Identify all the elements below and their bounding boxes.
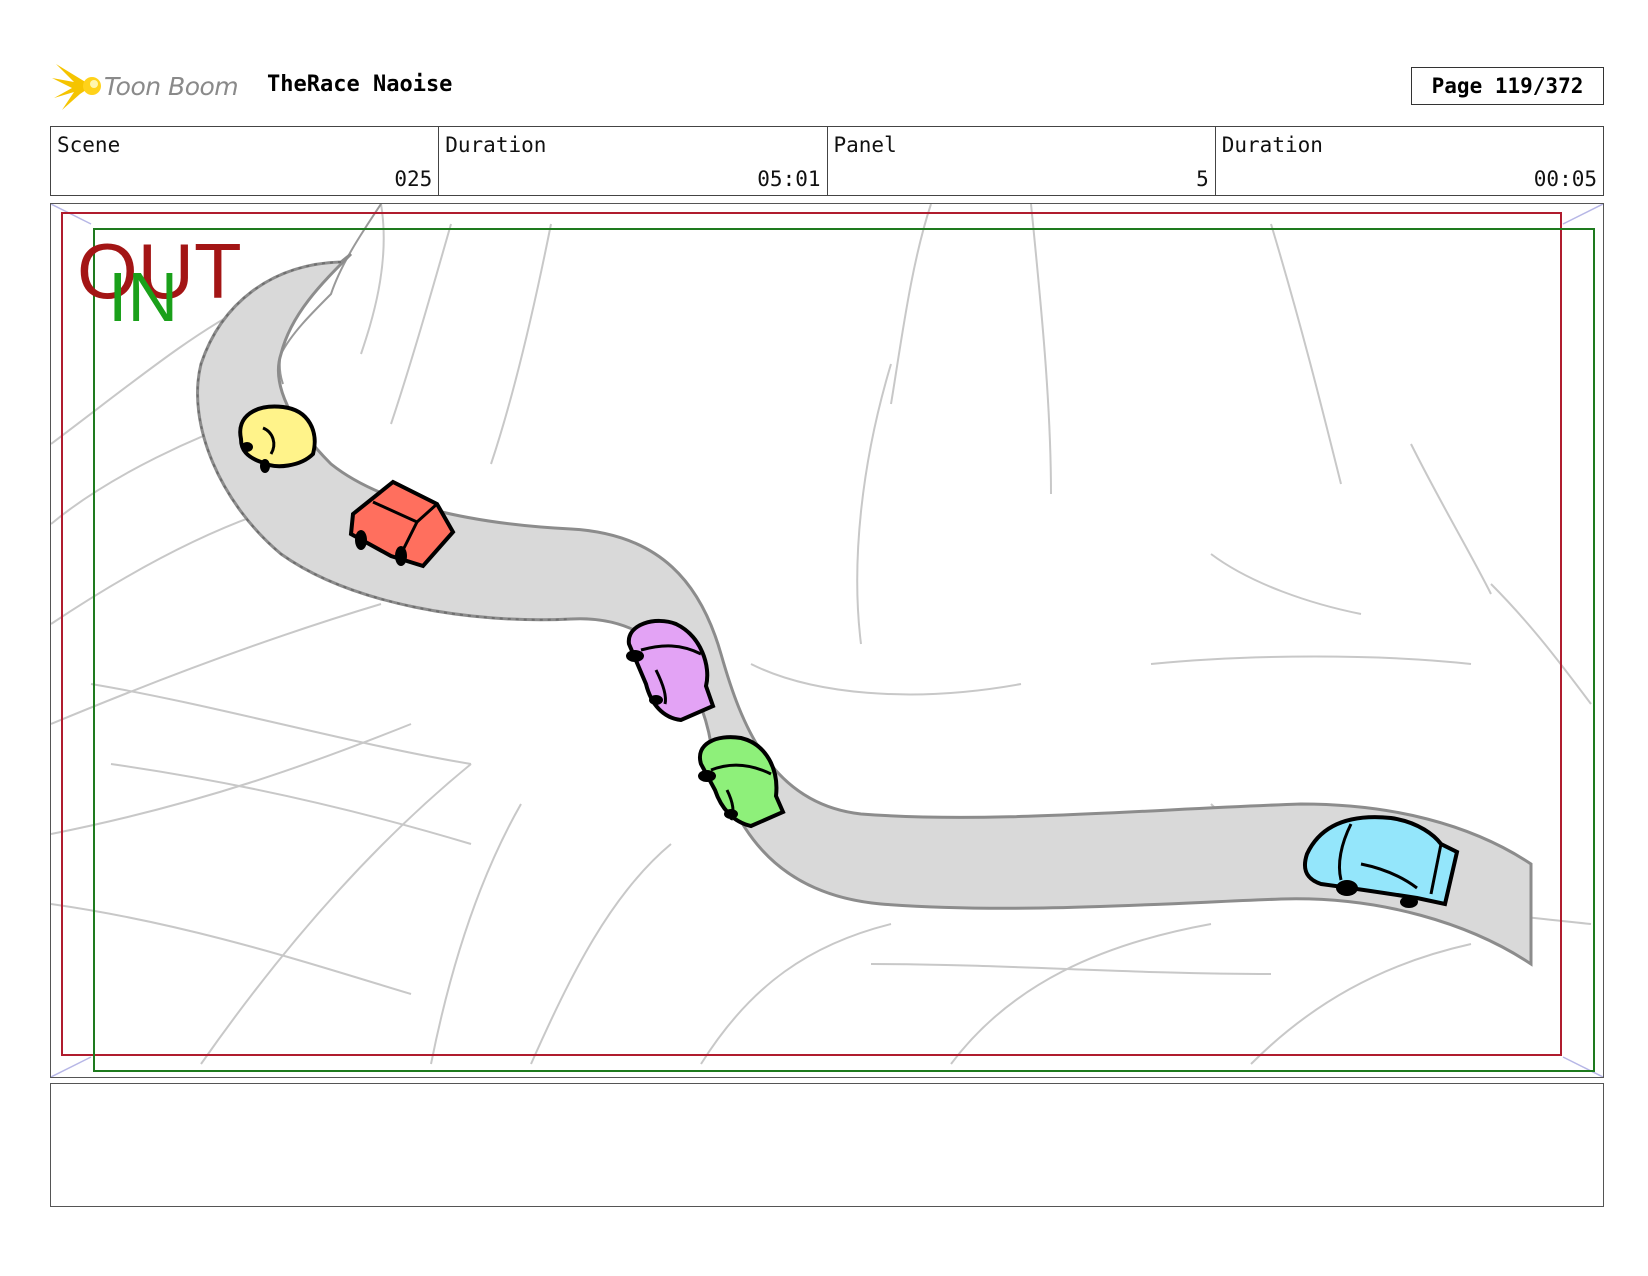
car-green xyxy=(697,735,786,829)
page-number: Page 119/372 xyxy=(1411,67,1604,105)
guide-line xyxy=(1562,1056,1603,1077)
panel-drawing xyxy=(51,204,1603,1077)
scene-label: Scene xyxy=(57,133,121,157)
guide-line xyxy=(51,1056,92,1077)
storyboard-panel: OUT IN xyxy=(50,203,1604,1078)
scene-duration-value: 05:01 xyxy=(757,167,821,191)
scene-value: 025 xyxy=(394,167,433,191)
panel-value: 5 xyxy=(1196,167,1209,191)
logo-text: Toon Boom xyxy=(104,71,239,101)
panel-duration-label: Duration xyxy=(1221,133,1323,157)
scene-duration-cell: Duration 05:01 xyxy=(439,127,828,195)
scene-duration-label: Duration xyxy=(445,133,547,157)
notes-box xyxy=(50,1083,1604,1207)
info-row: Scene 025 Duration 05:01 Panel 5 Duratio… xyxy=(50,126,1604,196)
guide-line xyxy=(1562,204,1603,225)
panel-label: Panel xyxy=(833,133,897,157)
panel-duration-value: 00:05 xyxy=(1533,167,1597,191)
in-frame xyxy=(93,228,1595,1072)
scene-cell: Scene 025 xyxy=(51,127,440,195)
starburst-icon xyxy=(52,64,101,110)
project-title: TheRace Naoise xyxy=(267,72,453,97)
toon-boom-logo: Toon Boom xyxy=(52,58,262,114)
in-label: IN xyxy=(108,258,178,336)
panel-duration-cell: Duration 00:05 xyxy=(1216,127,1603,195)
panel-cell: Panel 5 xyxy=(828,127,1216,195)
